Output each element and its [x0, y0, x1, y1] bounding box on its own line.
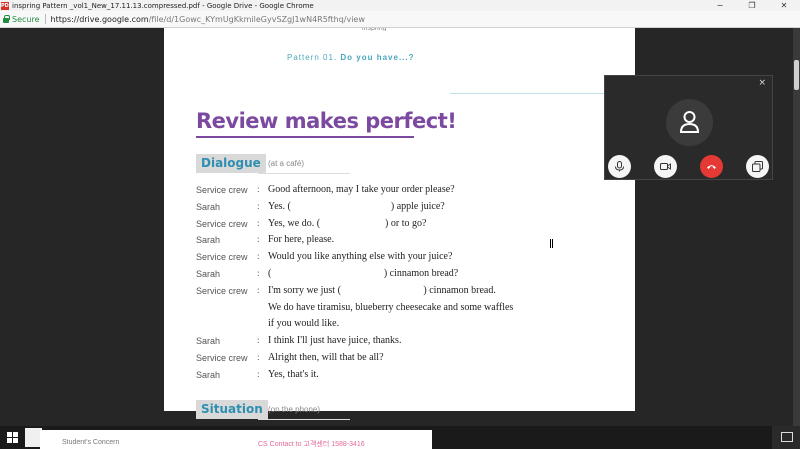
dialogue-colon: : — [257, 218, 260, 228]
dialogue-line: We do have tiramisu, blueberry cheesecak… — [268, 302, 514, 313]
review-underline — [196, 136, 414, 138]
hangup-icon — [707, 165, 716, 169]
minimize-button[interactable]: − — [704, 0, 736, 11]
dialogue-speaker: Sarah — [196, 370, 221, 380]
restore-button[interactable]: ❐ — [736, 0, 768, 11]
windows-start-icon[interactable] — [7, 432, 18, 443]
pattern-rule — [450, 93, 605, 94]
situation-label: Situation — [196, 400, 268, 419]
hangup-button[interactable] — [700, 155, 723, 178]
scroll-thumb[interactable] — [794, 60, 799, 90]
window-title-bar: PDF inspring Pattern _vol1_New_17.11.13.… — [0, 0, 800, 11]
dialogue-line: ( ) cinnamon bread? — [268, 268, 459, 279]
dialogue-colon: : — [257, 285, 260, 295]
screen-share-icon — [752, 161, 763, 172]
dialogue-speaker: Service crew — [196, 286, 248, 296]
banner-right-text: CS Contact to 고객센터 1588-3416 — [258, 441, 365, 448]
mic-icon — [615, 161, 624, 172]
dialogue-colon: : — [257, 369, 260, 379]
dialogue-line: I'm sorry we just ( ) cinnamon bread. — [268, 285, 496, 296]
dialogue-context: (at a café) — [268, 159, 305, 168]
dialogue-colon: : — [257, 352, 260, 362]
dialogue-speaker: Service crew — [196, 219, 248, 229]
situation-context: (on the phone) — [268, 405, 321, 414]
pdf-icon: PDF — [1, 1, 13, 10]
dialogue-colon: : — [257, 335, 260, 345]
dialogue-colon: : — [257, 251, 260, 261]
camera-button[interactable] — [654, 155, 677, 178]
situation-rule — [258, 419, 350, 420]
dialogue-line: Would you like anything else with your j… — [268, 251, 453, 262]
camera-icon — [660, 163, 671, 170]
dialogue-line: Yes. ( ) apple juice? — [268, 201, 445, 212]
window-title: inspring Pattern _vol1_New_17.11.13.comp… — [12, 1, 314, 10]
dialogue-line: Good afternoon, may I take your order pl… — [268, 184, 455, 195]
pattern-title: Do you have...? — [340, 53, 415, 62]
bottom-banner: Student's Concern CS Contact to 고객센터 158… — [40, 430, 432, 449]
url-host: https://drive.google.com — [50, 14, 149, 24]
dialogue-colon: : — [257, 234, 260, 244]
dialogue-speaker: Service crew — [196, 353, 248, 363]
dialogue-line: Yes, we do. ( ) or to go? — [268, 218, 427, 229]
lock-icon[interactable] — [3, 15, 10, 23]
url-path: /file/d/1Gowc_KYmUgKkmileGyvSZgJ1wN4R5ft… — [148, 14, 365, 24]
dialogue-label: Dialogue — [196, 154, 266, 173]
dialogue-line: I think I'll just have juice, thanks. — [268, 335, 402, 346]
close-button[interactable]: ✕ — [768, 0, 800, 11]
call-overlay[interactable]: × — [604, 75, 773, 180]
pattern-label: Pattern 01. — [287, 53, 338, 62]
dialogue-colon: : — [257, 268, 260, 278]
secure-label[interactable]: Secure — [12, 15, 40, 24]
avatar — [666, 99, 713, 146]
dialogue-speaker: Sarah — [196, 269, 221, 279]
dialogue-rule — [258, 173, 350, 174]
person-icon — [679, 111, 700, 133]
dialogue-line: For here, please. — [268, 234, 335, 245]
scrollbar[interactable] — [793, 28, 800, 426]
dialogue-speaker: Service crew — [196, 185, 248, 195]
dialogue-speaker: Sarah — [196, 202, 221, 212]
notification-icon[interactable] — [772, 426, 800, 449]
mic-button[interactable] — [608, 155, 631, 178]
window-controls: − ❐ ✕ — [704, 0, 800, 11]
banner-left-text: Student's Concern — [62, 439, 120, 446]
address-separator — [44, 14, 46, 24]
url-text[interactable]: https://drive.google.com/file/d/1Gowc_KY… — [51, 15, 365, 24]
dialogue-speaker: Sarah — [196, 336, 221, 346]
dialogue-line: Alright then, will that be all? — [268, 352, 384, 363]
screen-share-button[interactable] — [746, 155, 769, 178]
dialogue-colon: : — [257, 201, 260, 211]
text-cursor — [550, 239, 553, 248]
pattern-header: Pattern 01. Do you have...? — [287, 53, 415, 62]
dialogue-speaker: Sarah — [196, 235, 221, 245]
dialogue-line: Yes, that's it. — [268, 369, 319, 380]
call-close-icon[interactable]: × — [758, 78, 766, 88]
dialogue-line: if you would like. — [268, 318, 340, 329]
review-title: Review makes perfect! — [196, 109, 457, 133]
dialogue-colon: : — [257, 184, 260, 194]
dialogue-speaker: Service crew — [196, 252, 248, 262]
address-bar[interactable]: Secure https://drive.google.com/file/d/1… — [0, 11, 800, 28]
